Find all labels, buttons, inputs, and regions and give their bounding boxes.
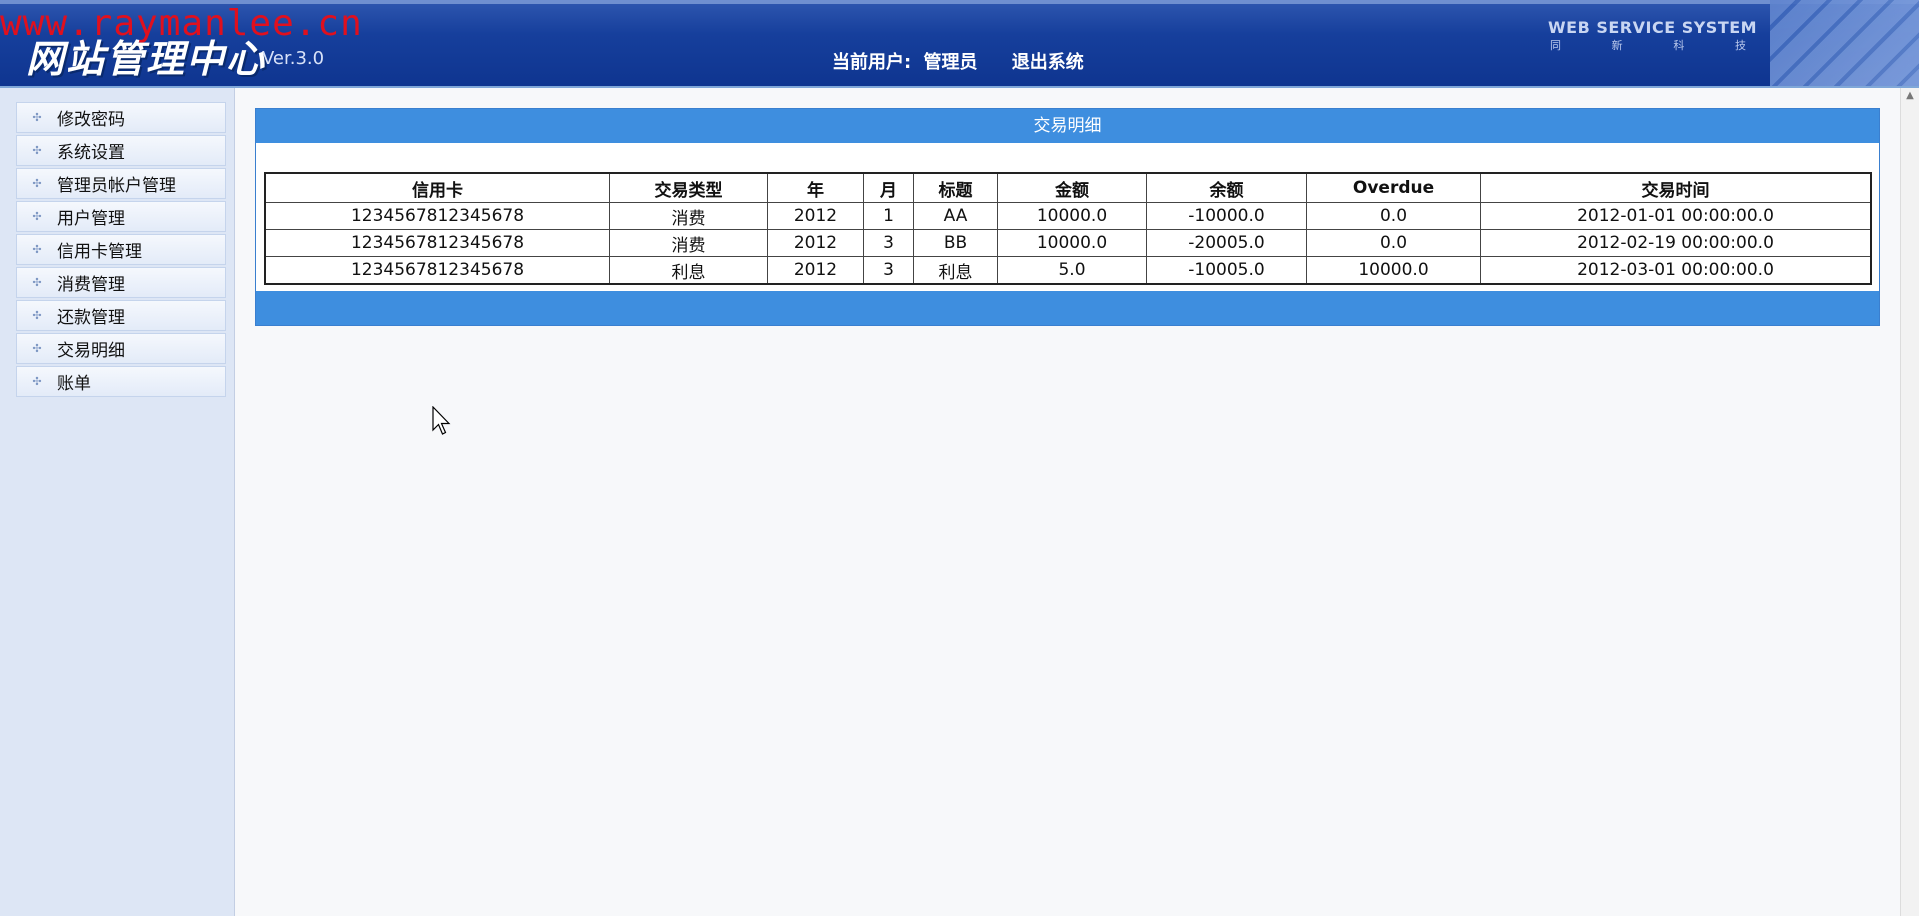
column-header: 年 bbox=[767, 172, 864, 203]
transactions-panel: 交易明细 信用卡 交易类型 年 月 标题 金额 余额 Overdue 交易时间 … bbox=[255, 108, 1880, 326]
column-header: 余额 bbox=[1146, 172, 1307, 203]
table-cell: 2012-01-01 00:00:00.0 bbox=[1480, 202, 1872, 230]
system-sub-char: 技 bbox=[1734, 39, 1746, 52]
table-cell: 利息 bbox=[609, 256, 768, 285]
sidebar-item-system-settings[interactable]: ✣ 系统设置 bbox=[16, 135, 226, 166]
sidebar-item-repayment[interactable]: ✣ 还款管理 bbox=[16, 300, 226, 331]
system-subtitle: 同 新 科 技 bbox=[1550, 37, 1746, 53]
sidebar-item-label: 用户管理 bbox=[57, 209, 125, 229]
sidebar-item-label: 信用卡管理 bbox=[57, 242, 142, 262]
bullet-icon: ✣ bbox=[32, 309, 42, 322]
mouse-cursor-icon bbox=[432, 406, 451, 435]
table-cell: 2012 bbox=[767, 256, 864, 285]
table-cell: 10000.0 bbox=[997, 229, 1147, 257]
transactions-table: 信用卡 交易类型 年 月 标题 金额 余额 Overdue 交易时间 12345… bbox=[264, 172, 1872, 285]
sidebar-item-bills[interactable]: ✣ 账单 bbox=[16, 366, 226, 397]
bullet-icon: ✣ bbox=[32, 375, 42, 388]
sidebar-item-credit-cards[interactable]: ✣ 信用卡管理 bbox=[16, 234, 226, 265]
column-header: 标题 bbox=[913, 172, 998, 203]
table-cell: 10000.0 bbox=[997, 202, 1147, 230]
table-cell: 2012 bbox=[767, 229, 864, 257]
panel-title: 交易明细 bbox=[256, 109, 1879, 143]
sidebar-item-label: 修改密码 bbox=[57, 110, 125, 130]
system-name: WEB SERVICE SYSTEM bbox=[1548, 18, 1758, 37]
panel-footer-bar bbox=[256, 291, 1879, 325]
column-header: 交易类型 bbox=[609, 172, 768, 203]
table-cell: 10000.0 bbox=[1306, 256, 1481, 285]
sidebar-item-label: 消费管理 bbox=[57, 275, 125, 295]
table-header-row: 信用卡 交易类型 年 月 标题 金额 余额 Overdue 交易时间 bbox=[264, 172, 1872, 203]
table-cell: 1234567812345678 bbox=[264, 256, 610, 285]
sidebar: ✣ 修改密码 ✣ 系统设置 ✣ 管理员帐户管理 ✣ 用户管理 ✣ 信用卡管理 ✣… bbox=[0, 88, 235, 916]
bullet-icon: ✣ bbox=[32, 177, 42, 190]
header-banner: 网站管理中心 www.raymanlee.cn Ver.3.0 当前用户: 管理… bbox=[0, 0, 1919, 88]
table-row: 1234567812345678 消费 2012 3 BB 10000.0 -2… bbox=[264, 229, 1872, 257]
sidebar-item-user-management[interactable]: ✣ 用户管理 bbox=[16, 201, 226, 232]
sidebar-item-label: 账单 bbox=[57, 374, 91, 394]
table-cell: 1 bbox=[863, 202, 914, 230]
table-cell: 3 bbox=[863, 256, 914, 285]
table-cell: 2012 bbox=[767, 202, 864, 230]
sidebar-menu: ✣ 修改密码 ✣ 系统设置 ✣ 管理员帐户管理 ✣ 用户管理 ✣ 信用卡管理 ✣… bbox=[16, 102, 226, 399]
user-bar: 当前用户: 管理员 退出系统 bbox=[832, 48, 1084, 74]
table-row: 1234567812345678 消费 2012 1 AA 10000.0 -1… bbox=[264, 202, 1872, 230]
column-header: 信用卡 bbox=[264, 172, 610, 203]
bullet-icon: ✣ bbox=[32, 243, 42, 256]
sidebar-item-label: 管理员帐户管理 bbox=[57, 176, 176, 196]
table-cell: 2012-02-19 00:00:00.0 bbox=[1480, 229, 1872, 257]
version-label: Ver.3.0 bbox=[262, 48, 325, 69]
table-cell: -10005.0 bbox=[1146, 256, 1307, 285]
bullet-icon: ✣ bbox=[32, 342, 42, 355]
logout-link[interactable]: 退出系统 bbox=[1012, 48, 1084, 74]
column-header: 金额 bbox=[997, 172, 1147, 203]
table-cell: 2012-03-01 00:00:00.0 bbox=[1480, 256, 1872, 285]
sidebar-item-label: 交易明细 bbox=[57, 341, 125, 361]
table-row: 1234567812345678 利息 2012 3 利息 5.0 -10005… bbox=[264, 256, 1872, 285]
column-header: Overdue bbox=[1306, 172, 1481, 203]
watermark-text: www.raymanlee.cn bbox=[0, 3, 363, 44]
bullet-icon: ✣ bbox=[32, 276, 42, 289]
current-user-label: 当前用户: bbox=[832, 52, 912, 73]
sidebar-item-consumption[interactable]: ✣ 消费管理 bbox=[16, 267, 226, 298]
table-cell: 利息 bbox=[913, 256, 998, 285]
vertical-scrollbar[interactable]: ▲ bbox=[1900, 88, 1919, 916]
table-cell: 3 bbox=[863, 229, 914, 257]
table-cell: 1234567812345678 bbox=[264, 202, 610, 230]
table-cell: 消费 bbox=[609, 229, 768, 257]
bullet-icon: ✣ bbox=[32, 144, 42, 157]
sidebar-item-change-password[interactable]: ✣ 修改密码 bbox=[16, 102, 226, 133]
system-sub-char: 科 bbox=[1673, 39, 1685, 52]
sidebar-item-transactions[interactable]: ✣ 交易明细 bbox=[16, 333, 226, 364]
keyboard-decoration bbox=[1770, 0, 1919, 86]
table-cell: BB bbox=[913, 229, 998, 257]
sidebar-item-label: 系统设置 bbox=[57, 143, 125, 163]
table-cell: 0.0 bbox=[1306, 229, 1481, 257]
table-cell: -10000.0 bbox=[1146, 202, 1307, 230]
table-cell: AA bbox=[913, 202, 998, 230]
table-cell: 0.0 bbox=[1306, 202, 1481, 230]
current-user-name: 管理员 bbox=[923, 52, 978, 73]
table-cell: -20005.0 bbox=[1146, 229, 1307, 257]
table-cell: 5.0 bbox=[997, 256, 1147, 285]
column-header: 月 bbox=[863, 172, 914, 203]
system-sub-char: 新 bbox=[1611, 39, 1623, 52]
system-sub-char: 同 bbox=[1550, 39, 1561, 52]
bullet-icon: ✣ bbox=[32, 111, 42, 124]
bullet-icon: ✣ bbox=[32, 210, 42, 223]
sidebar-item-label: 还款管理 bbox=[57, 308, 125, 328]
table-cell: 消费 bbox=[609, 202, 768, 230]
scroll-up-icon[interactable]: ▲ bbox=[1901, 88, 1919, 104]
sidebar-item-admin-accounts[interactable]: ✣ 管理员帐户管理 bbox=[16, 168, 226, 199]
column-header: 交易时间 bbox=[1480, 172, 1872, 203]
table-cell: 1234567812345678 bbox=[264, 229, 610, 257]
